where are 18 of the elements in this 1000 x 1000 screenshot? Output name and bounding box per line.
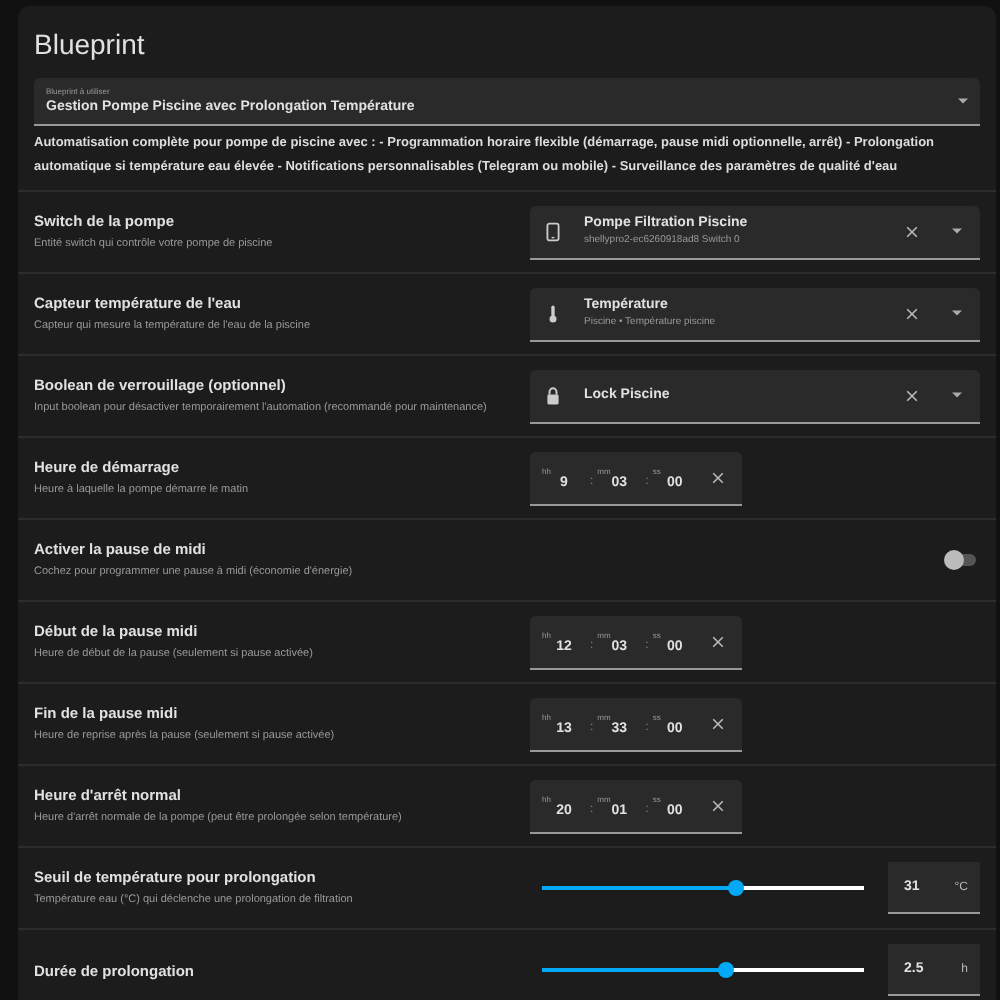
caret-icon[interactable] xyxy=(952,392,962,398)
caret-icon[interactable] xyxy=(952,310,962,316)
slider-thumb[interactable] xyxy=(727,880,744,896)
clear-icon[interactable] xyxy=(906,389,918,401)
clear-icon[interactable] xyxy=(712,471,725,483)
slider-thumb[interactable] xyxy=(717,962,734,978)
clear-icon[interactable] xyxy=(712,635,725,647)
card-title: Blueprint xyxy=(32,26,147,64)
clear-icon[interactable] xyxy=(906,307,918,319)
lock-icon xyxy=(546,385,560,405)
toggle-switch[interactable] xyxy=(948,554,976,566)
thermometer-icon xyxy=(546,303,560,323)
clear-icon[interactable] xyxy=(906,225,918,237)
clear-icon[interactable] xyxy=(712,717,725,729)
caret-icon[interactable] xyxy=(952,228,962,234)
caret-icon xyxy=(958,97,968,103)
phone-icon xyxy=(546,221,560,241)
clear-icon[interactable] xyxy=(712,799,725,811)
